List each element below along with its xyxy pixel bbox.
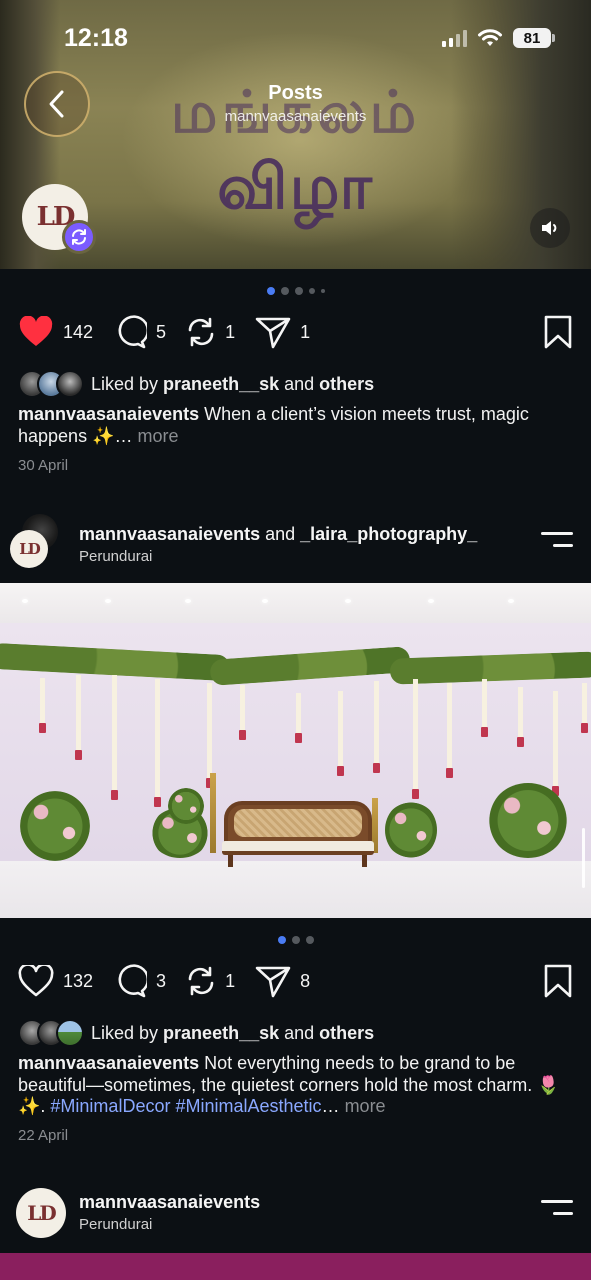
brass-lamp bbox=[210, 773, 216, 853]
floral-arrangement bbox=[488, 783, 568, 858]
post2-carousel-dots bbox=[0, 936, 591, 944]
post2-author[interactable]: mannvaasanaievents bbox=[79, 524, 260, 544]
logo-text: LD bbox=[27, 1201, 56, 1225]
sound-icon bbox=[542, 221, 557, 235]
repost-icon bbox=[188, 317, 214, 347]
floral-arrangement bbox=[168, 788, 204, 824]
carousel-dot bbox=[305, 936, 314, 944]
post2-actions: 132 3 1 8 bbox=[18, 961, 573, 1001]
logo-text: LD bbox=[19, 540, 41, 558]
comment-button[interactable]: 5 bbox=[113, 315, 166, 349]
media-title-line2: விழா bbox=[217, 150, 374, 223]
comment-icon bbox=[118, 315, 148, 349]
post3-location[interactable]: Perundurai bbox=[79, 1216, 152, 1233]
repost-count: 1 bbox=[225, 321, 236, 342]
carousel-dot bbox=[280, 287, 289, 295]
post1-caption: mannvaasanaievents When a client’s visio… bbox=[18, 404, 573, 447]
post2-author-line: mannvaasanaievents and _laira_photograph… bbox=[79, 524, 478, 544]
like-button[interactable]: 132 bbox=[18, 965, 93, 997]
caption-more-link[interactable]: more bbox=[137, 426, 178, 446]
liked-by-others[interactable]: others bbox=[319, 374, 374, 394]
caption-hashtag[interactable]: #MinimalDecor bbox=[50, 1096, 170, 1116]
heart-icon bbox=[18, 965, 54, 997]
post2-menu-button[interactable] bbox=[541, 532, 573, 556]
wifi-icon bbox=[478, 29, 502, 46]
post2-caption: mannvaasanaievents Not everything needs … bbox=[18, 1053, 560, 1116]
battery-indicator: 81 bbox=[513, 28, 555, 48]
liked-by-text: Liked by praneeth__sk and others bbox=[91, 1022, 375, 1043]
bookmark-button[interactable] bbox=[543, 315, 573, 354]
bookmark-icon bbox=[544, 315, 572, 349]
repost-button[interactable]: 1 bbox=[186, 315, 235, 349]
stage-floor bbox=[0, 861, 591, 918]
post1-date: 30 April bbox=[18, 457, 69, 474]
post2-header: LD mannvaasanaievents and _laira_photogr… bbox=[0, 514, 591, 580]
post3-author: mannvaasanaievents bbox=[79, 1192, 261, 1212]
comment-count: 5 bbox=[156, 321, 167, 342]
repost-icon bbox=[72, 229, 86, 245]
post1-liked-by[interactable]: Liked by praneeth__sk and others bbox=[18, 369, 374, 399]
comment-count: 3 bbox=[156, 970, 167, 991]
share-count: 1 bbox=[300, 321, 311, 342]
post1-carousel-dots bbox=[0, 287, 591, 295]
bookmark-button[interactable] bbox=[543, 964, 573, 1003]
liked-by-user[interactable]: praneeth__sk bbox=[163, 1023, 279, 1043]
repost-count: 1 bbox=[225, 970, 236, 991]
liked-by-others[interactable]: others bbox=[319, 1023, 374, 1043]
post1-actions: 142 5 1 1 bbox=[18, 312, 573, 352]
liker-avatar bbox=[56, 370, 84, 398]
share-count: 8 bbox=[300, 970, 311, 991]
post2-collaborator[interactable]: _laira_photography_ bbox=[300, 524, 477, 544]
ceiling bbox=[0, 583, 591, 623]
like-button[interactable]: 142 bbox=[18, 316, 93, 348]
share-icon bbox=[255, 317, 291, 349]
floral-arrangement bbox=[20, 791, 90, 861]
caption-more-link[interactable]: more bbox=[345, 1096, 386, 1116]
sound-toggle-button[interactable] bbox=[530, 208, 570, 248]
carousel-dot bbox=[294, 287, 303, 295]
cellular-signal-icon bbox=[442, 29, 467, 47]
comment-icon bbox=[118, 964, 148, 998]
carousel-dot bbox=[320, 289, 325, 293]
caption-username[interactable]: mannvaasanaievents bbox=[18, 404, 199, 424]
repost-button[interactable]: 1 bbox=[186, 964, 235, 998]
like-count: 132 bbox=[63, 970, 94, 991]
post3-author-avatar[interactable]: LD bbox=[16, 1188, 66, 1238]
like-count: 142 bbox=[63, 321, 94, 342]
carousel-dot-active bbox=[266, 287, 275, 295]
bookmark-icon bbox=[544, 964, 572, 998]
post2-liked-by[interactable]: Liked by praneeth__sk and others bbox=[18, 1018, 374, 1048]
post2-media[interactable] bbox=[0, 583, 591, 918]
carousel-dot-active bbox=[277, 936, 286, 944]
page-title: Posts bbox=[268, 82, 323, 104]
post2-author-avatar[interactable]: LD bbox=[10, 530, 48, 568]
status-time: 12:18 bbox=[64, 24, 128, 52]
share-button[interactable]: 1 bbox=[255, 315, 310, 349]
post2-location[interactable]: Perundurai bbox=[79, 548, 152, 565]
menu-icon bbox=[541, 1200, 573, 1203]
repost-badge bbox=[62, 220, 96, 254]
post3-menu-button[interactable] bbox=[541, 1200, 573, 1224]
comment-button[interactable]: 3 bbox=[113, 964, 166, 998]
post3-header: LD mannvaasanaievents Perundurai bbox=[0, 1188, 591, 1248]
page-subtitle: mannvaasanaievents bbox=[224, 108, 367, 125]
post2-date: 22 April bbox=[18, 1127, 69, 1144]
repost-icon bbox=[188, 966, 214, 996]
status-icons: 81 bbox=[442, 28, 555, 48]
post3-media-preview[interactable] bbox=[0, 1253, 591, 1280]
carousel-dot bbox=[308, 288, 315, 294]
share-button[interactable]: 8 bbox=[255, 964, 310, 998]
heart-filled-icon bbox=[19, 316, 53, 346]
liker-avatar bbox=[56, 1019, 84, 1047]
liked-by-text: Liked by praneeth__sk and others bbox=[91, 373, 375, 394]
scrollbar[interactable] bbox=[582, 828, 585, 888]
menu-icon bbox=[541, 532, 573, 535]
caption-username[interactable]: mannvaasanaievents bbox=[18, 1053, 199, 1073]
floral-arrangement bbox=[385, 801, 437, 859]
liked-by-user[interactable]: praneeth__sk bbox=[163, 374, 279, 394]
share-icon bbox=[255, 966, 291, 998]
carousel-dot bbox=[291, 936, 300, 944]
caption-hashtag[interactable]: #MinimalAesthetic bbox=[175, 1096, 321, 1116]
